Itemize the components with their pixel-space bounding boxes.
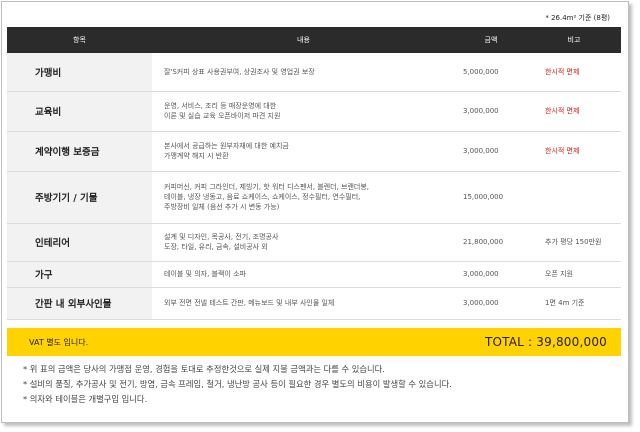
row-remark: 한시적 면제	[527, 131, 621, 172]
row-amount: 3,000,000	[455, 261, 527, 288]
table-row: 인테리어 설계 및 디자인, 목공사, 전기, 조명공사 도장, 타일, 유리,…	[7, 223, 621, 262]
row-item: 교육비	[7, 91, 152, 132]
row-desc: 잘'S커피 상표 사용권부여, 상권조사 및 영업권 보장	[152, 53, 455, 92]
row-amount: 15,000,000	[455, 171, 527, 224]
row-item: 가구	[7, 261, 152, 288]
row-item: 간판 내 외부사인물	[7, 287, 152, 320]
header-remark: 비고	[527, 27, 621, 53]
row-remark: 한시적 면제	[527, 91, 621, 132]
vat-note: VAT 별도 입니다.	[29, 337, 89, 347]
table-row: 간판 내 외부사인물 외부 전면 전넬 테스트 간판, 메뉴보드 및 내부 사인…	[7, 287, 621, 320]
footnotes: * 위 표의 금액은 당사의 가맹점 운영, 경험을 토대로 추정한것으로 실제…	[23, 362, 452, 407]
row-remark: 한시적 면제	[527, 53, 621, 92]
row-item: 인테리어	[7, 223, 152, 262]
row-desc: 본사에서 공급하는 원부자재에 대한 예치금 가맹계약 해지 시 반환	[152, 131, 455, 172]
row-desc: 테이블 및 의자, 블랙이 소파	[152, 261, 455, 288]
table-row: 가구 테이블 및 의자, 블랙이 소파 3,000,000 오픈 지원	[7, 261, 621, 288]
startup-cost-table: 항목 내용 금액 비고 가맹비 잘'S커피 상표 사용권부여, 상권조사 및 영…	[7, 27, 621, 320]
header-item: 항목	[7, 27, 152, 53]
header-content: 내용	[152, 27, 455, 53]
total-amount: TOTAL : 39,800,000	[484, 335, 607, 349]
row-item: 계약이행 보증금	[7, 131, 152, 172]
footnote: * 위 표의 금액은 당사의 가맹점 운영, 경험을 토대로 추정한것으로 실제…	[23, 364, 385, 374]
cost-table-panel: * 26.4m² 기준 (8평) 항목 내용 금액 비고 가맹비 잘'S커피 상…	[1, 1, 629, 423]
row-amount: 3,000,000	[455, 131, 527, 172]
header-amount: 금액	[455, 27, 527, 53]
table-row: 계약이행 보증금 본사에서 공급하는 원부자재에 대한 예치금 가맹계약 해지 …	[7, 131, 621, 172]
row-amount: 21,800,000	[455, 223, 527, 262]
row-amount: 5,000,000	[455, 53, 527, 92]
row-item: 주방기기 / 기물	[7, 171, 152, 224]
area-basis-note: * 26.4m² 기준 (8평)	[545, 14, 610, 22]
row-desc: 커피머신, 커피 그라인더, 제빙기, 핫 워터 디스펜서, 블렌더, 브랜더봉…	[152, 171, 455, 224]
table-row: 가맹비 잘'S커피 상표 사용권부여, 상권조사 및 영업권 보장 5,000,…	[7, 53, 621, 92]
row-desc: 외부 전면 전넬 테스트 간판, 메뉴보드 및 내부 사인물 일체	[152, 287, 455, 320]
row-remark	[527, 171, 621, 224]
row-item: 가맹비	[7, 53, 152, 92]
footnote: * 설비의 품질, 추가공사 및 전기, 방염, 금속 프레임, 철거, 냉난방…	[23, 379, 452, 389]
table-row: 교육비 운영, 서비스, 조리 등 매장운영에 대한 이론 및 실습 교육 오픈…	[7, 91, 621, 132]
table-header-row: 항목 내용 금액 비고	[7, 27, 621, 53]
total-bar: VAT 별도 입니다. TOTAL : 39,800,000	[7, 328, 621, 356]
row-remark: 추가 평당 150만원	[527, 223, 621, 262]
table-row: 주방기기 / 기물 커피머신, 커피 그라인더, 제빙기, 핫 워터 디스펜서,…	[7, 171, 621, 224]
row-amount: 3,000,000	[455, 91, 527, 132]
row-remark: 1면 4m 기준	[527, 287, 621, 320]
row-desc: 설계 및 디자인, 목공사, 전기, 조명공사 도장, 타일, 유리, 금속, …	[152, 223, 455, 262]
footnote: * 의자와 테이블은 개별구입 입니다.	[23, 394, 148, 404]
row-amount: 3,000,000	[455, 287, 527, 320]
row-remark: 오픈 지원	[527, 261, 621, 288]
row-desc: 운영, 서비스, 조리 등 매장운영에 대한 이론 및 실습 교육 오픈바이저 …	[152, 91, 455, 132]
